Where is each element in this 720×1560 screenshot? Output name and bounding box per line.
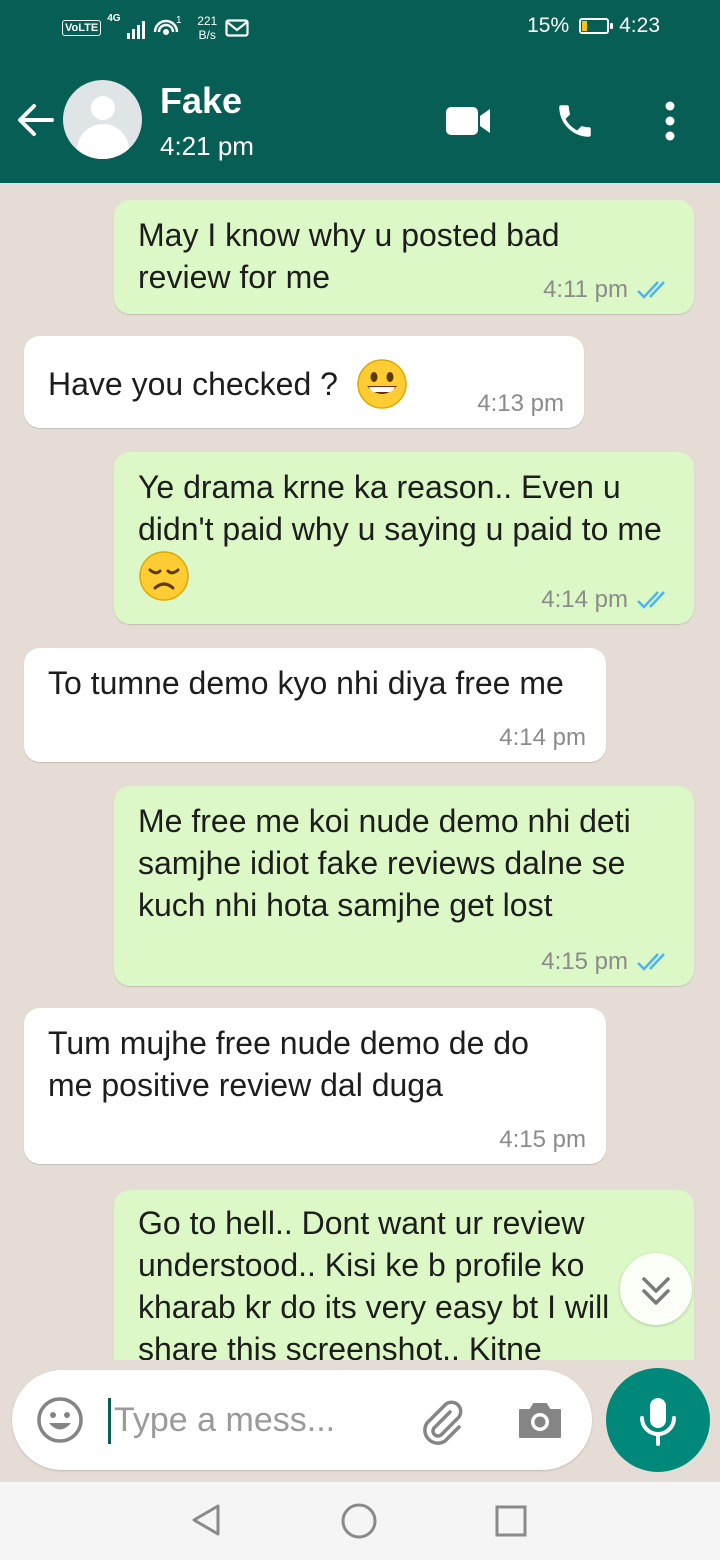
video-call-icon[interactable] (444, 104, 492, 138)
disappointed-face-emoji (139, 551, 189, 601)
message-time: 4:14 pm (499, 724, 586, 751)
text-cursor (108, 1398, 111, 1444)
message-outgoing[interactable]: Me free me koi nude demo nhi deti samjhe… (114, 786, 694, 986)
message-text: Ye drama krne ka reason.. Even u didn't … (138, 469, 662, 547)
message-meta: 4:14 pm (541, 586, 674, 614)
chat-area[interactable]: May I know why u posted bad review for m… (0, 183, 720, 1360)
clock: 4:23 (619, 14, 660, 37)
emoji-icon[interactable] (36, 1396, 84, 1444)
net-speed-unit: B/s (198, 28, 216, 42)
message-incoming[interactable]: To tumne demo kyo nhi diya free me 4:14 … (24, 648, 606, 762)
cell-signal-icon: 4G (107, 13, 146, 39)
message-meta: 4:13 pm (477, 390, 564, 418)
read-receipt-icon (637, 281, 665, 299)
message-text: Have you checked ? (48, 366, 338, 402)
message-text: Me free me koi nude demo nhi deti samjhe… (138, 803, 631, 923)
last-seen[interactable]: 4:21 pm (160, 131, 254, 162)
message-meta: 4:14 pm (499, 724, 586, 752)
phone-call-icon[interactable] (554, 100, 596, 142)
nav-home-icon[interactable] (340, 1502, 378, 1540)
message-text: Tum mujhe free nude demo de do me positi… (48, 1025, 529, 1103)
message-time: 4:13 pm (477, 390, 564, 417)
battery-icon (579, 18, 614, 34)
message-time: 4:11 pm (543, 276, 628, 303)
message-meta: 4:11 pm (543, 276, 674, 304)
message-text: Go to hell.. Dont want ur review underst… (138, 1205, 610, 1360)
message-content: Ye drama krne ka reason.. Even u didn't … (138, 466, 668, 602)
mail-icon (225, 19, 249, 37)
status-bar: VoLTE 4G 1 221 B/s 15% 4:23 (0, 0, 720, 57)
read-receipt-icon (637, 591, 665, 609)
network-type: 4G (107, 13, 121, 24)
svg-text:1: 1 (176, 15, 182, 26)
attachment-paperclip-icon[interactable] (416, 1396, 468, 1448)
more-options-icon[interactable] (660, 100, 680, 142)
voice-message-button[interactable] (606, 1368, 710, 1472)
nav-back-icon[interactable] (188, 1502, 224, 1538)
read-receipt-icon (637, 953, 665, 971)
back-arrow-icon[interactable] (14, 98, 58, 142)
app-bar: VoLTE 4G 1 221 B/s 15% 4:23 Fake 4:21 pm (0, 0, 720, 183)
message-time: 4:15 pm (541, 948, 628, 975)
contact-avatar[interactable] (63, 80, 142, 159)
message-incoming[interactable]: Tum mujhe free nude demo de do me positi… (24, 1008, 606, 1164)
message-composer (12, 1370, 592, 1470)
message-outgoing[interactable]: May I know why u posted bad review for m… (114, 200, 694, 314)
scroll-to-bottom-button[interactable] (620, 1253, 692, 1325)
message-text: To tumne demo kyo nhi diya free me (48, 665, 564, 701)
volte-badge: VoLTE (62, 20, 102, 36)
net-speed: 221 B/s (197, 14, 217, 42)
message-outgoing[interactable]: Go to hell.. Dont want ur review underst… (114, 1190, 694, 1360)
grinning-face-emoji (357, 359, 407, 409)
nav-recents-icon[interactable] (494, 1504, 528, 1538)
message-meta: 4:15 pm (499, 1126, 586, 1154)
message-time: 4:15 pm (499, 1126, 586, 1153)
double-chevron-down-icon (642, 1277, 670, 1305)
message-meta: 4:15 pm (541, 948, 674, 976)
microphone-icon (640, 1398, 676, 1446)
wifi-icon: 1 (153, 15, 182, 35)
message-input[interactable] (114, 1394, 394, 1446)
camera-icon[interactable] (516, 1400, 564, 1440)
net-speed-value: 221 (197, 14, 218, 28)
battery-percent: 15% (527, 14, 570, 37)
system-nav-bar (0, 1482, 720, 1560)
message-time: 4:14 pm (541, 586, 628, 613)
message-outgoing[interactable]: Ye drama krne ka reason.. Even u didn't … (114, 452, 694, 624)
message-incoming[interactable]: Have you checked ? 4:13 pm (24, 336, 584, 428)
contact-name[interactable]: Fake (160, 80, 242, 122)
